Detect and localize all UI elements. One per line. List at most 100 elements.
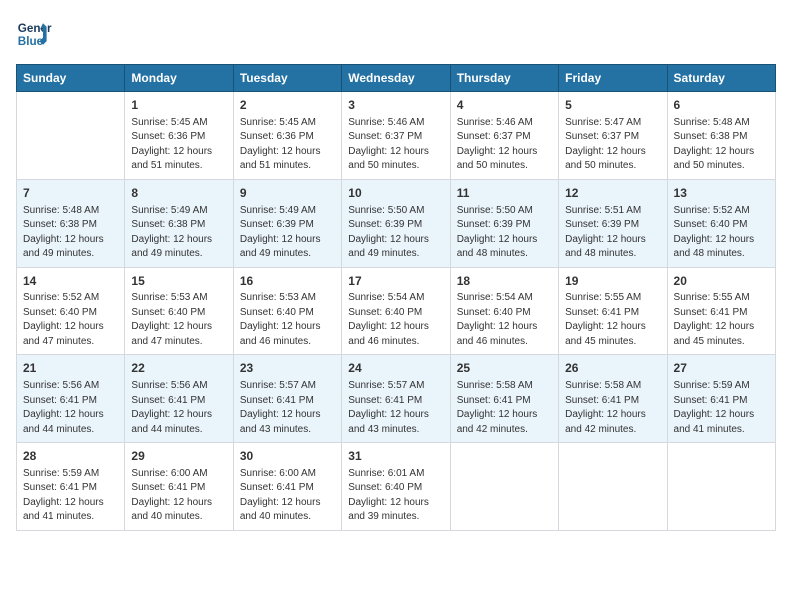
- calendar-cell: [450, 443, 558, 531]
- day-info: Sunrise: 5:51 AMSunset: 6:39 PMDaylight:…: [565, 204, 660, 262]
- calendar-cell: 29 Sunrise: 6:00 AMSunset: 6:41 PMDayligh…: [125, 443, 233, 531]
- day-info: Sunrise: 5:47 AMSunset: 6:37 PMDaylight:…: [565, 116, 660, 174]
- day-info: Sunrise: 5:46 AMSunset: 6:37 PMDaylight:…: [457, 116, 552, 174]
- calendar-cell: 30 Sunrise: 6:00 AMSunset: 6:41 PMDayligh…: [233, 443, 341, 531]
- calendar-cell: 4 Sunrise: 5:46 AMSunset: 6:37 PMDaylight…: [450, 92, 558, 180]
- calendar-cell: 7 Sunrise: 5:48 AMSunset: 6:38 PMDaylight…: [17, 179, 125, 267]
- calendar-week-row: 21 Sunrise: 5:56 AMSunset: 6:41 PMDayligh…: [17, 355, 776, 443]
- weekday-header: Saturday: [667, 65, 775, 92]
- calendar-cell: [667, 443, 775, 531]
- day-info: Sunrise: 5:55 AMSunset: 6:41 PMDaylight:…: [565, 291, 660, 349]
- page-header: General Blue: [16, 16, 776, 52]
- calendar-cell: [559, 443, 667, 531]
- calendar-cell: 13 Sunrise: 5:52 AMSunset: 6:40 PMDayligh…: [667, 179, 775, 267]
- day-number: 26: [565, 360, 660, 377]
- day-number: 1: [131, 97, 226, 114]
- day-number: 27: [674, 360, 769, 377]
- calendar-week-row: 1 Sunrise: 5:45 AMSunset: 6:36 PMDaylight…: [17, 92, 776, 180]
- calendar-body: 1 Sunrise: 5:45 AMSunset: 6:36 PMDaylight…: [17, 92, 776, 531]
- calendar-cell: 18Sunrise: 5:54 AMSunset: 6:40 PMDayligh…: [450, 267, 558, 355]
- day-number: 6: [674, 97, 769, 114]
- calendar-cell: 22 Sunrise: 5:56 AMSunset: 6:41 PMDayligh…: [125, 355, 233, 443]
- calendar-cell: 3Sunrise: 5:46 AMSunset: 6:37 PMDaylight…: [342, 92, 450, 180]
- day-number: 18: [457, 273, 552, 290]
- day-number: 5: [565, 97, 660, 114]
- calendar-cell: 14Sunrise: 5:52 AMSunset: 6:40 PMDayligh…: [17, 267, 125, 355]
- day-info: Sunrise: 6:00 AMSunset: 6:41 PMDaylight:…: [131, 467, 226, 525]
- calendar-cell: 17Sunrise: 5:54 AMSunset: 6:40 PMDayligh…: [342, 267, 450, 355]
- day-info: Sunrise: 5:56 AMSunset: 6:41 PMDaylight:…: [131, 379, 226, 437]
- calendar-cell: 25Sunrise: 5:58 AMSunset: 6:41 PMDayligh…: [450, 355, 558, 443]
- day-info: Sunrise: 6:01 AMSunset: 6:40 PMDaylight:…: [348, 467, 443, 525]
- calendar-cell: 9 Sunrise: 5:49 AMSunset: 6:39 PMDaylight…: [233, 179, 341, 267]
- calendar-cell: 24 Sunrise: 5:57 AMSunset: 6:41 PMDayligh…: [342, 355, 450, 443]
- calendar-week-row: 14Sunrise: 5:52 AMSunset: 6:40 PMDayligh…: [17, 267, 776, 355]
- day-number: 20: [674, 273, 769, 290]
- day-info: Sunrise: 5:49 AMSunset: 6:38 PMDaylight:…: [131, 204, 226, 262]
- calendar-cell: 31 Sunrise: 6:01 AMSunset: 6:40 PMDayligh…: [342, 443, 450, 531]
- day-info: Sunrise: 5:52 AMSunset: 6:40 PMDaylight:…: [674, 204, 769, 262]
- day-info: Sunrise: 5:53 AMSunset: 6:40 PMDaylight:…: [240, 291, 335, 349]
- day-info: Sunrise: 5:50 AMSunset: 6:39 PMDaylight:…: [348, 204, 443, 262]
- day-info: Sunrise: 5:48 AMSunset: 6:38 PMDaylight:…: [674, 116, 769, 174]
- day-number: 14: [23, 273, 118, 290]
- day-number: 29: [131, 448, 226, 465]
- day-info: Sunrise: 5:45 AMSunset: 6:36 PMDaylight:…: [131, 116, 226, 174]
- calendar-cell: 16Sunrise: 5:53 AMSunset: 6:40 PMDayligh…: [233, 267, 341, 355]
- calendar-header-row: SundayMondayTuesdayWednesdayThursdayFrid…: [17, 65, 776, 92]
- day-number: 15: [131, 273, 226, 290]
- day-number: 13: [674, 185, 769, 202]
- day-number: 3: [348, 97, 443, 114]
- calendar-cell: 11Sunrise: 5:50 AMSunset: 6:39 PMDayligh…: [450, 179, 558, 267]
- svg-text:General: General: [18, 22, 52, 35]
- calendar-table: SundayMondayTuesdayWednesdayThursdayFrid…: [16, 64, 776, 531]
- day-number: 21: [23, 360, 118, 377]
- calendar-week-row: 7 Sunrise: 5:48 AMSunset: 6:38 PMDaylight…: [17, 179, 776, 267]
- day-number: 19: [565, 273, 660, 290]
- calendar-cell: [17, 92, 125, 180]
- day-info: Sunrise: 5:56 AMSunset: 6:41 PMDaylight:…: [23, 379, 118, 437]
- day-number: 31: [348, 448, 443, 465]
- day-info: Sunrise: 5:45 AMSunset: 6:36 PMDaylight:…: [240, 116, 335, 174]
- day-number: 24: [348, 360, 443, 377]
- day-number: 22: [131, 360, 226, 377]
- day-info: Sunrise: 5:55 AMSunset: 6:41 PMDaylight:…: [674, 291, 769, 349]
- calendar-cell: 5 Sunrise: 5:47 AMSunset: 6:37 PMDaylight…: [559, 92, 667, 180]
- calendar-cell: 1 Sunrise: 5:45 AMSunset: 6:36 PMDaylight…: [125, 92, 233, 180]
- day-info: Sunrise: 5:52 AMSunset: 6:40 PMDaylight:…: [23, 291, 118, 349]
- day-info: Sunrise: 5:59 AMSunset: 6:41 PMDaylight:…: [23, 467, 118, 525]
- weekday-header: Wednesday: [342, 65, 450, 92]
- day-info: Sunrise: 5:53 AMSunset: 6:40 PMDaylight:…: [131, 291, 226, 349]
- calendar-cell: 19Sunrise: 5:55 AMSunset: 6:41 PMDayligh…: [559, 267, 667, 355]
- logo-icon: General Blue: [16, 16, 52, 52]
- day-number: 30: [240, 448, 335, 465]
- day-info: Sunrise: 5:58 AMSunset: 6:41 PMDaylight:…: [565, 379, 660, 437]
- weekday-header: Tuesday: [233, 65, 341, 92]
- calendar-cell: 20Sunrise: 5:55 AMSunset: 6:41 PMDayligh…: [667, 267, 775, 355]
- calendar-cell: 23Sunrise: 5:57 AMSunset: 6:41 PMDayligh…: [233, 355, 341, 443]
- day-number: 8: [131, 185, 226, 202]
- day-number: 9: [240, 185, 335, 202]
- logo: General Blue: [16, 16, 52, 52]
- weekday-header: Monday: [125, 65, 233, 92]
- calendar-cell: 6 Sunrise: 5:48 AMSunset: 6:38 PMDaylight…: [667, 92, 775, 180]
- day-info: Sunrise: 5:54 AMSunset: 6:40 PMDaylight:…: [348, 291, 443, 349]
- day-number: 2: [240, 97, 335, 114]
- day-info: Sunrise: 5:57 AMSunset: 6:41 PMDaylight:…: [348, 379, 443, 437]
- day-number: 4: [457, 97, 552, 114]
- day-info: Sunrise: 5:54 AMSunset: 6:40 PMDaylight:…: [457, 291, 552, 349]
- day-info: Sunrise: 5:59 AMSunset: 6:41 PMDaylight:…: [674, 379, 769, 437]
- day-info: Sunrise: 5:49 AMSunset: 6:39 PMDaylight:…: [240, 204, 335, 262]
- day-info: Sunrise: 5:48 AMSunset: 6:38 PMDaylight:…: [23, 204, 118, 262]
- day-info: Sunrise: 6:00 AMSunset: 6:41 PMDaylight:…: [240, 467, 335, 525]
- day-number: 10: [348, 185, 443, 202]
- day-number: 23: [240, 360, 335, 377]
- day-info: Sunrise: 5:58 AMSunset: 6:41 PMDaylight:…: [457, 379, 552, 437]
- day-number: 7: [23, 185, 118, 202]
- day-number: 28: [23, 448, 118, 465]
- calendar-cell: 26 Sunrise: 5:58 AMSunset: 6:41 PMDayligh…: [559, 355, 667, 443]
- day-info: Sunrise: 5:50 AMSunset: 6:39 PMDaylight:…: [457, 204, 552, 262]
- calendar-cell: 12Sunrise: 5:51 AMSunset: 6:39 PMDayligh…: [559, 179, 667, 267]
- calendar-cell: 2 Sunrise: 5:45 AMSunset: 6:36 PMDaylight…: [233, 92, 341, 180]
- day-number: 16: [240, 273, 335, 290]
